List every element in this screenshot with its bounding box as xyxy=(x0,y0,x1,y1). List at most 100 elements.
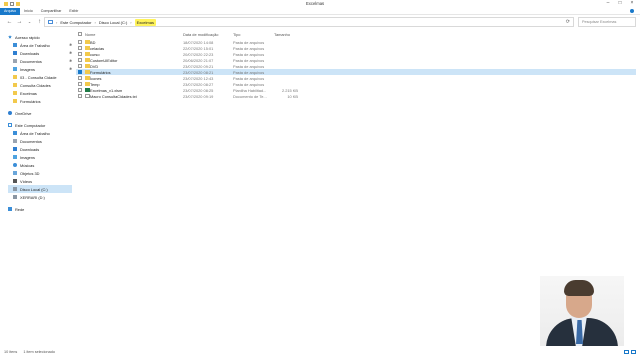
up-arrow-icon[interactable]: ↑ xyxy=(36,19,43,25)
ribbon-tabs: Arquivo Início Compartilhar Exibir xyxy=(0,7,640,15)
folder-icon xyxy=(13,75,17,79)
drive-icon xyxy=(13,195,17,199)
breadcrumb-separator-icon[interactable]: › xyxy=(130,20,131,25)
new-folder-icon[interactable] xyxy=(16,2,20,6)
column-header: Nome Data de modificação Tipo Tamanho xyxy=(76,29,636,39)
tab-home[interactable]: Início xyxy=(20,8,37,15)
navigation-pane: Acesso rápido Área de Trabalho ✱ Downloa… xyxy=(8,33,72,343)
maximize-icon[interactable]: □ xyxy=(614,0,626,7)
table-row[interactable]: Macro ConsultaCidades.txt 23/07/2020 09:1… xyxy=(76,93,636,99)
folder-icon xyxy=(13,83,17,87)
pictures-icon xyxy=(13,67,17,71)
nav-pc-documents[interactable]: Documentos xyxy=(8,137,72,145)
pin-icon[interactable]: ✱ xyxy=(69,59,72,63)
select-all-checkbox[interactable] xyxy=(78,32,82,36)
row-checkbox[interactable] xyxy=(78,76,82,80)
file-rows: BD 18/07/2020 14:08 Pasta de arquivos celac… xyxy=(76,39,636,99)
row-checkbox[interactable] xyxy=(78,82,82,86)
nav-label: Imagens xyxy=(20,66,35,72)
address-bar[interactable]: › Este Computador › Disco Local (C:) › E… xyxy=(44,17,574,27)
nav-pc-drive-d[interactable]: XERRARI (D:) xyxy=(8,193,72,201)
close-icon[interactable]: × xyxy=(626,0,638,7)
row-checkbox[interactable] xyxy=(78,64,82,68)
nav-label: Área de Trabalho xyxy=(20,42,50,48)
nav-documents[interactable]: Documentos ✱ xyxy=(8,57,72,65)
nav-pc-music[interactable]: Músicas xyxy=(8,161,72,169)
nav-consulta-cidades[interactable]: Consulta Cidades xyxy=(8,81,72,89)
nav-formularios[interactable]: Formulários xyxy=(8,97,72,105)
nav-pc-downloads[interactable]: Downloads xyxy=(8,145,72,153)
pin-icon[interactable]: ✱ xyxy=(69,67,72,71)
pin-icon[interactable]: ✱ xyxy=(69,51,72,55)
nav-downloads[interactable]: Downloads ✱ xyxy=(8,49,72,57)
nav-pc-local-disk[interactable]: Disco Local (C:) xyxy=(8,185,72,193)
row-checkbox[interactable] xyxy=(78,70,82,74)
tab-file[interactable]: Arquivo xyxy=(0,7,21,15)
nav-pictures[interactable]: Imagens ✱ xyxy=(8,65,72,73)
nav-excelmas[interactable]: Excelmas xyxy=(8,89,72,97)
forward-arrow-icon[interactable]: → xyxy=(16,19,23,25)
details-view-icon[interactable] xyxy=(624,350,629,354)
nav-label: Este Computador xyxy=(15,122,46,128)
breadcrumb-this-pc[interactable]: Este Computador xyxy=(60,20,91,25)
back-arrow-icon[interactable]: ← xyxy=(6,19,13,25)
nav-network[interactable]: Rede xyxy=(8,205,72,213)
row-checkbox[interactable] xyxy=(78,40,82,44)
file-size: 10 KB xyxy=(287,94,298,99)
navigation-buttons: ← → ⌄ ↑ xyxy=(6,19,43,25)
row-checkbox[interactable] xyxy=(78,52,82,56)
star-icon xyxy=(8,35,12,39)
window-title: Excelmas xyxy=(306,1,325,6)
window-controls: – □ × xyxy=(602,0,638,7)
nav-pc-videos[interactable]: Vídeos xyxy=(8,177,72,185)
refresh-icon[interactable]: ⟳ xyxy=(566,19,570,25)
nav-label: Documentos xyxy=(20,58,42,64)
row-checkbox[interactable] xyxy=(78,46,82,50)
nav-desktop[interactable]: Área de Trabalho ✱ xyxy=(8,41,72,49)
download-icon xyxy=(13,51,17,55)
properties-icon[interactable] xyxy=(10,2,14,6)
row-checkbox[interactable] xyxy=(78,58,82,62)
nav-pc-pictures[interactable]: Imagens xyxy=(8,153,72,161)
view-toggles xyxy=(624,350,636,354)
nav-label: Músicas xyxy=(20,162,35,168)
breadcrumb-local-disk[interactable]: Disco Local (C:) xyxy=(99,20,127,25)
download-icon xyxy=(13,147,17,151)
nav-consulta-cidade[interactable]: 03 - Consulta Cidade xyxy=(8,73,72,81)
column-type[interactable]: Tipo xyxy=(233,32,240,37)
desktop-icon xyxy=(13,43,17,47)
cube-icon xyxy=(13,171,17,175)
nav-label: Área de Trabalho xyxy=(20,130,50,136)
minimize-icon[interactable]: – xyxy=(602,0,614,7)
nav-label: XERRARI (D:) xyxy=(20,194,45,200)
nav-pc-3d-objects[interactable]: Objetos 3D xyxy=(8,169,72,177)
column-size[interactable]: Tamanho xyxy=(274,32,290,37)
nav-label: Documentos xyxy=(20,138,42,144)
breadcrumb-separator-icon[interactable]: › xyxy=(94,20,95,25)
presenter-hair xyxy=(564,280,594,296)
breadcrumb-excelmas[interactable]: Excelmas xyxy=(134,18,156,26)
nav-label: Downloads xyxy=(20,50,40,56)
drive-icon xyxy=(13,187,17,191)
nav-onedrive[interactable]: OneDrive xyxy=(8,109,72,117)
chevron-down-icon[interactable]: ⌄ xyxy=(26,19,33,25)
search-input[interactable]: Pesquisar Excelmas xyxy=(578,17,636,27)
file-explorer-window: Excelmas – □ × Arquivo Início Compartilh… xyxy=(0,0,640,360)
nav-pc-desktop[interactable]: Área de Trabalho xyxy=(8,129,72,137)
help-icon[interactable] xyxy=(630,9,634,13)
tab-share[interactable]: Compartilhar xyxy=(37,8,66,15)
breadcrumb-separator-icon[interactable]: › xyxy=(56,20,57,25)
tab-view[interactable]: Exibir xyxy=(65,8,82,15)
nav-label: Rede xyxy=(15,206,25,212)
nav-quick-access[interactable]: Acesso rápido xyxy=(8,33,72,41)
large-icons-view-icon[interactable] xyxy=(631,350,636,354)
nav-this-pc[interactable]: Este Computador xyxy=(8,121,72,129)
column-name[interactable]: Nome xyxy=(85,32,95,37)
nav-label: 03 - Consulta Cidade xyxy=(20,74,57,80)
row-checkbox[interactable] xyxy=(78,88,82,92)
row-checkbox[interactable] xyxy=(78,94,82,98)
column-date[interactable]: Data de modificação xyxy=(183,32,218,37)
network-icon xyxy=(8,207,12,211)
computer-icon xyxy=(48,20,53,24)
pin-icon[interactable]: ✱ xyxy=(69,43,72,47)
